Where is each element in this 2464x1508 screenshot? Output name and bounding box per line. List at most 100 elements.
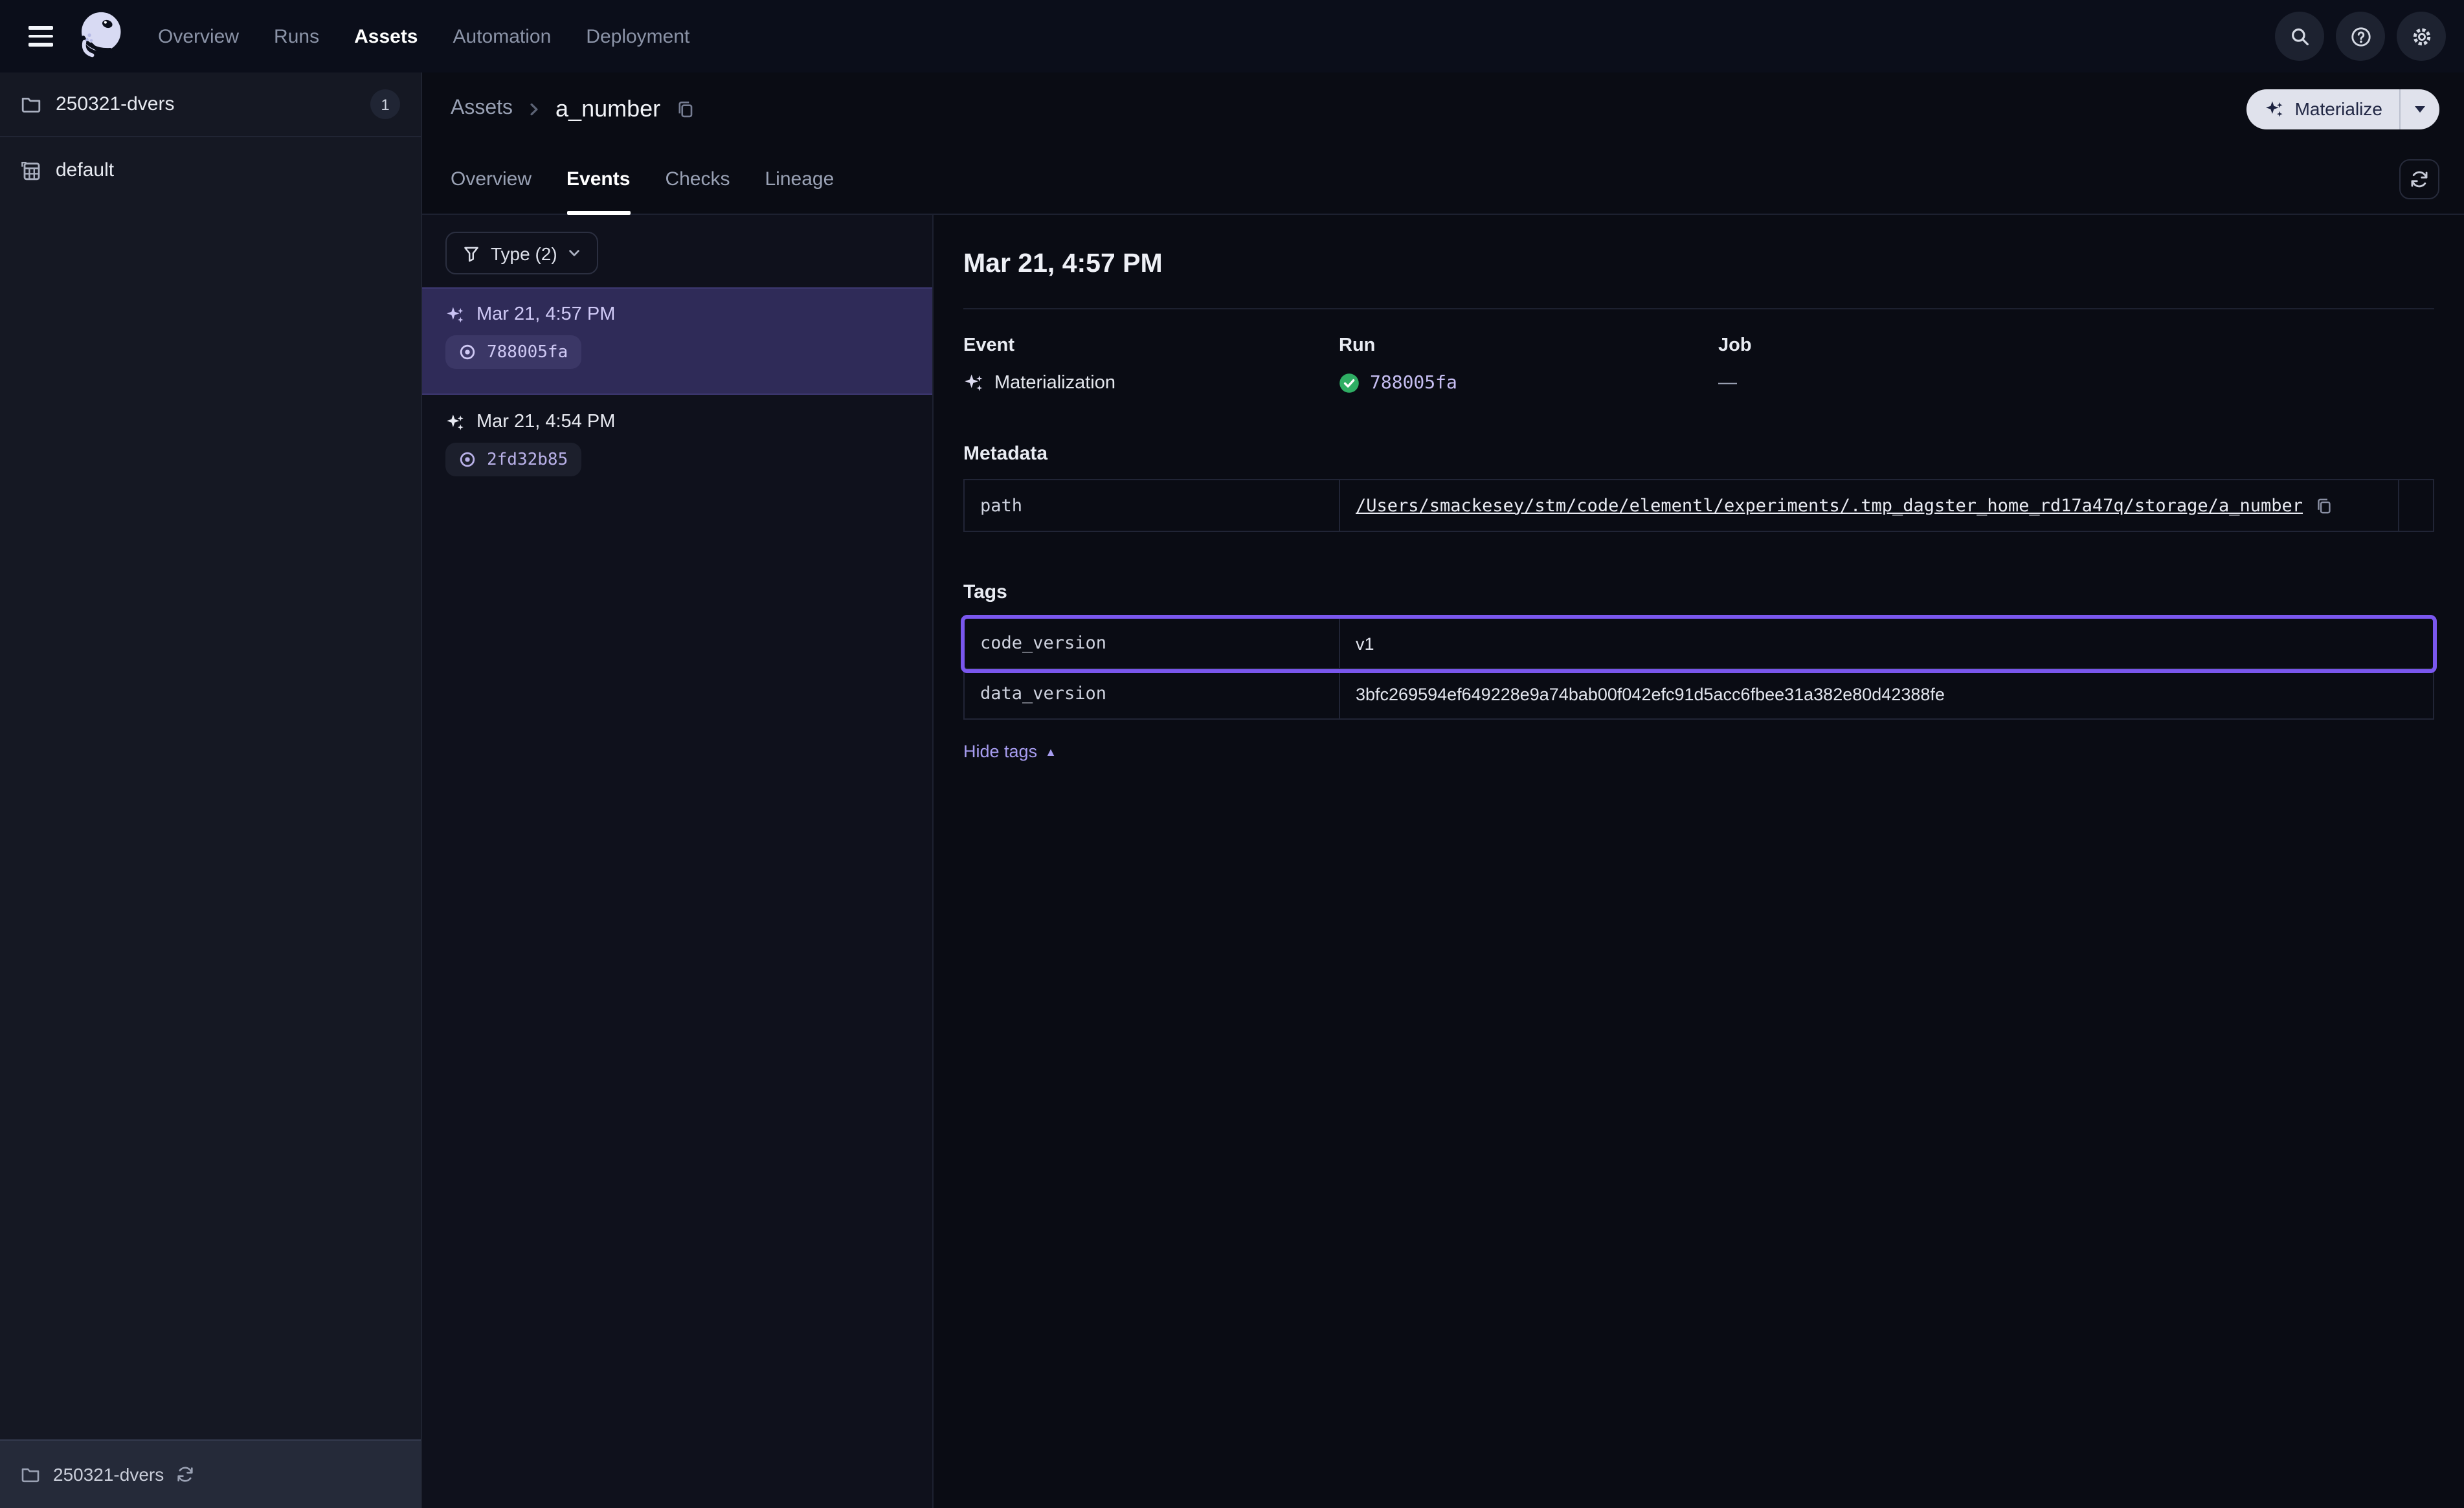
type-filter-button[interactable]: Type (2) xyxy=(445,232,599,274)
nav-assets[interactable]: Assets xyxy=(354,25,418,47)
run-target-icon xyxy=(458,450,476,469)
hide-tags-link[interactable]: Hide tags ▲ xyxy=(963,742,1057,761)
type-filter-label: Type (2) xyxy=(491,243,557,263)
tab-events[interactable]: Events xyxy=(566,145,630,214)
folder-icon xyxy=(21,1465,40,1484)
help-icon xyxy=(2349,25,2371,47)
event-list-panel: Type (2) Mar 21, 4:57 PM 788005fa xyxy=(422,215,934,1508)
tab-checks[interactable]: Checks xyxy=(665,145,730,214)
materialize-main[interactable]: Materialize xyxy=(2247,89,2399,129)
nav-runs[interactable]: Runs xyxy=(274,25,319,47)
tag-key: data_version xyxy=(965,669,1340,718)
group-name: default xyxy=(56,159,114,181)
chevron-right-icon xyxy=(526,100,543,117)
metadata-key: path xyxy=(965,480,1340,531)
chevron-down-icon xyxy=(568,246,582,260)
asset-name: a_number xyxy=(555,95,660,122)
caret-up-icon: ▲ xyxy=(1045,745,1057,758)
hide-tags-label: Hide tags xyxy=(963,742,1037,761)
asset-sidebar: 250321-dvers 1 default 250321-dvers xyxy=(0,72,422,1508)
folder-icon xyxy=(21,94,41,115)
run-success-check-icon xyxy=(1339,373,1360,394)
job-label: Job xyxy=(1718,335,2434,356)
tag-value: 3bfc269594ef649228e9a74bab00f042efc91d5a… xyxy=(1340,669,2433,718)
dagster-logo-icon[interactable] xyxy=(78,9,127,63)
event-list-item[interactable]: Mar 21, 4:57 PM 788005fa xyxy=(422,287,932,395)
metadata-table: path /Users/smackesey/stm/code/elementl/… xyxy=(963,479,2434,532)
materialize-button[interactable]: Materialize xyxy=(2247,89,2439,129)
asset-tabs: Overview Events Checks Lineage xyxy=(422,145,2464,215)
dagster-app: Overview Runs Assets Automation Deployme… xyxy=(0,0,2464,1508)
table-row-highlighted: code_version v1 xyxy=(965,619,2433,669)
table-stub-cell xyxy=(2399,480,2433,531)
divider xyxy=(963,308,2434,309)
run-column: Run 788005fa xyxy=(1339,335,1718,394)
reload-repo-icon[interactable] xyxy=(175,1465,194,1483)
tab-overview[interactable]: Overview xyxy=(451,145,532,214)
job-column: Job — xyxy=(1718,335,2434,394)
materialization-sparkle-icon xyxy=(445,305,465,324)
event-label: Event xyxy=(963,335,1339,356)
materialization-sparkle-icon xyxy=(963,373,984,394)
copy-asset-name-icon[interactable] xyxy=(676,99,695,118)
search-icon xyxy=(2289,25,2311,47)
caret-down-icon xyxy=(2415,105,2425,112)
run-id: 2fd32b85 xyxy=(487,450,568,469)
main-panel: Assets a_number Materialize Overview Eve… xyxy=(422,72,2464,1508)
funnel-icon xyxy=(462,244,480,262)
table-row: path /Users/smackesey/stm/code/elementl/… xyxy=(965,480,2433,531)
event-type: Materialization xyxy=(994,373,1115,394)
tag-value: v1 xyxy=(1340,619,2433,668)
copy-path-icon[interactable] xyxy=(2314,496,2333,515)
nav-overview[interactable]: Overview xyxy=(158,25,239,47)
settings-button[interactable] xyxy=(2397,12,2446,61)
top-nav: Overview Runs Assets Automation Deployme… xyxy=(0,0,2464,72)
table-row: data_version 3bfc269594ef649228e9a74bab0… xyxy=(965,669,2433,718)
sidebar-footer: 250321-dvers xyxy=(0,1439,421,1508)
run-id: 788005fa xyxy=(487,342,568,362)
breadcrumb: Assets a_number xyxy=(451,95,695,122)
tags-table: code_version v1 data_version 3bfc269594e… xyxy=(963,617,2434,720)
footer-repo-name: 250321-dvers xyxy=(53,1464,164,1485)
help-button[interactable] xyxy=(2336,12,2385,61)
sparkle-icon xyxy=(2265,99,2285,118)
metadata-heading: Metadata xyxy=(963,443,2434,465)
event-detail-title: Mar 21, 4:57 PM xyxy=(963,249,2434,280)
materialize-label: Materialize xyxy=(2295,98,2382,119)
run-id-badge[interactable]: 2fd32b85 xyxy=(445,443,581,476)
event-summary: Event Materialization Run 788005fa xyxy=(963,335,2434,394)
sidebar-item-group-default[interactable]: default xyxy=(0,137,421,203)
sidebar-item-repo[interactable]: 250321-dvers 1 xyxy=(0,72,421,137)
nav-actions xyxy=(2275,12,2446,61)
asset-header: Assets a_number Materialize xyxy=(422,72,2464,145)
run-id-link[interactable]: 788005fa xyxy=(1370,373,1457,394)
gear-icon xyxy=(2410,25,2432,47)
tags-heading: Tags xyxy=(963,581,2434,603)
run-target-icon xyxy=(458,343,476,361)
event-column: Event Materialization xyxy=(963,335,1339,394)
materialization-sparkle-icon xyxy=(445,412,465,432)
refresh-icon xyxy=(2410,170,2429,189)
run-id-badge[interactable]: 788005fa xyxy=(445,335,581,369)
tab-lineage[interactable]: Lineage xyxy=(765,145,834,214)
filter-bar: Type (2) xyxy=(422,215,932,287)
metadata-path-link[interactable]: /Users/smackesey/stm/code/elementl/exper… xyxy=(1356,495,2303,516)
refresh-button[interactable] xyxy=(2399,159,2439,199)
primary-nav: Overview Runs Assets Automation Deployme… xyxy=(158,25,689,47)
event-detail-panel: Mar 21, 4:57 PM Event Materialization Ru… xyxy=(934,215,2464,1508)
run-label: Run xyxy=(1339,335,1718,356)
nav-automation[interactable]: Automation xyxy=(453,25,552,47)
breadcrumb-assets-link[interactable]: Assets xyxy=(451,97,513,120)
asset-group-icon xyxy=(21,160,41,181)
job-value: — xyxy=(1718,373,1737,394)
search-button[interactable] xyxy=(2275,12,2324,61)
repo-name: 250321-dvers xyxy=(56,93,174,115)
event-list-item[interactable]: Mar 21, 4:54 PM 2fd32b85 xyxy=(422,395,932,502)
nav-deployment[interactable]: Deployment xyxy=(586,25,689,47)
tag-key: code_version xyxy=(965,619,1340,668)
event-time: Mar 21, 4:57 PM xyxy=(476,304,615,325)
hamburger-menu-icon[interactable] xyxy=(28,21,60,52)
event-time: Mar 21, 4:54 PM xyxy=(476,412,615,432)
materialize-dropdown[interactable] xyxy=(2401,89,2439,129)
repo-count-badge: 1 xyxy=(370,89,400,119)
